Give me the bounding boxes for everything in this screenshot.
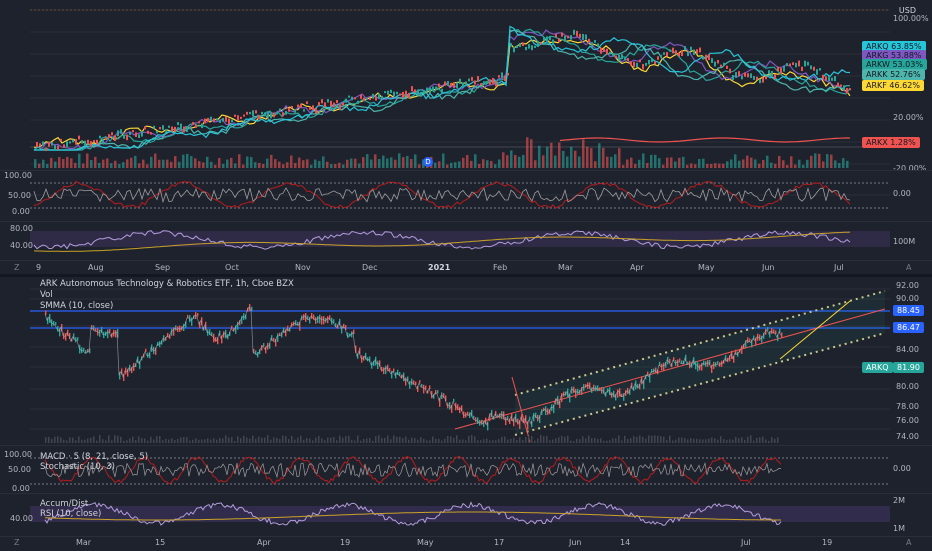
top-vol-right: 100M xyxy=(893,237,916,246)
bot-osc-right: 0.00 xyxy=(893,464,911,473)
bot-time-may: May xyxy=(417,538,434,547)
top-time-jun: Jun xyxy=(762,263,775,272)
top-time-sep: Sep xyxy=(155,263,171,272)
bot-acc-axis-40: 40.00 xyxy=(10,514,33,523)
bottom-corner-z[interactable]: Z xyxy=(14,538,19,547)
top-main-pane[interactable]: USD ARKQ 63.85% ARKG 53.88% ARKW 53.03% ARK… xyxy=(0,0,932,173)
top-time-nov: Nov xyxy=(295,263,311,272)
bot-time-jun: Jun xyxy=(569,538,582,547)
top-price-chart[interactable] xyxy=(0,0,932,170)
macd-legend[interactable]: MACD · 5 (8, 21, close, 5) xyxy=(40,452,148,462)
events-marker[interactable]: D xyxy=(423,157,433,167)
bottom-oscillator-pane[interactable]: MACD · 5 (8, 21, close, 5) Stochastic (1… xyxy=(0,446,932,493)
top-osc-right: 0.00 xyxy=(893,189,911,198)
bot-acc-right-2m: 2M xyxy=(893,496,905,505)
series-badge-arkk: ARKK 52.76% xyxy=(862,69,925,80)
accum-legend[interactable]: Accum/Dist xyxy=(40,499,88,509)
top-time-axis: Z 9 Aug Sep Oct Nov Dec 2021 Feb Mar Apr May Jun Jul… xyxy=(0,260,932,275)
bot-axis-8: 74.00 xyxy=(896,432,919,441)
top-time-apr: Apr xyxy=(630,263,644,272)
top-vol-axis-80: 80.00 xyxy=(10,224,33,233)
top-osc-axis-100: 100.00 xyxy=(4,171,32,180)
top-time-jul: Jul xyxy=(834,263,844,272)
top-osc-axis-0: 0.00 xyxy=(12,207,30,216)
bottom-price-chart[interactable] xyxy=(0,277,932,445)
bot-time-mar: Mar xyxy=(76,538,92,547)
bot-time-17: 17 xyxy=(494,538,505,547)
top-time-2021: 2021 xyxy=(428,263,451,272)
price-badge-88: 88.45 xyxy=(893,305,924,316)
bot-time-19: 19 xyxy=(340,538,351,547)
top-axis-100: 100.00% xyxy=(893,14,929,23)
top-osc-axis-50: 50.00 xyxy=(8,191,31,200)
bot-axis-1: 90.00 xyxy=(896,294,919,303)
top-corner-z[interactable]: Z xyxy=(14,263,19,272)
top-time-aug: Aug xyxy=(88,263,104,272)
bot-time-jul: Jul xyxy=(741,538,751,547)
top-time-oct: Oct xyxy=(225,263,239,272)
top-corner-a[interactable]: A xyxy=(906,263,911,272)
bot-time-14: 14 xyxy=(620,538,631,547)
bottom-rsi-chart xyxy=(30,501,890,526)
top-oscillator-pane[interactable]: 100.00 50.00 0.00 0.00 xyxy=(0,171,932,221)
top-vol-axis-40: 40.00 xyxy=(10,241,33,250)
bottom-chart-title[interactable]: ARK Autonomous Technology & Robotics ETF… xyxy=(40,279,294,289)
rsi-legend[interactable]: RSI (10, close) xyxy=(40,509,101,519)
bot-osc-axis-100: 100.00 xyxy=(4,450,32,459)
arkq-name-badge: ARKQ xyxy=(862,362,893,373)
bot-axis-3: 84.00 xyxy=(896,345,919,354)
bot-acc-right-1m: 1M xyxy=(893,524,905,533)
top-time-mar: Mar xyxy=(558,263,574,272)
bottom-main-pane[interactable]: ARK Autonomous Technology & Robotics ETF… xyxy=(0,277,932,445)
bot-axis-5: 80.00 xyxy=(896,382,919,391)
bot-time-15: 15 xyxy=(155,538,166,547)
bottom-legend-smma[interactable]: SMMA (10, close) xyxy=(40,301,113,311)
bottom-corner-a[interactable]: A xyxy=(906,538,911,547)
bot-axis-0: 92.00 xyxy=(896,281,919,290)
series-badge-arkf: ARKF 46.62% xyxy=(862,80,924,91)
bot-osc-axis-50: 50.00 xyxy=(8,465,31,474)
bot-axis-7: 76.00 xyxy=(896,416,919,425)
top-time-feb: Feb xyxy=(493,263,508,272)
top-oscillator-chart xyxy=(30,180,890,209)
bot-time-apr: Apr xyxy=(257,538,271,547)
top-time-dec: Dec xyxy=(362,263,378,272)
stoch-legend[interactable]: Stochastic (10, 3) xyxy=(40,462,115,472)
bottom-legend-vol[interactable]: Vol xyxy=(40,290,53,300)
bot-osc-axis-0: 0.00 xyxy=(12,484,30,493)
top-time-9: 9 xyxy=(36,263,42,272)
price-badge-86: 86.47 xyxy=(893,322,924,333)
bot-axis-6: 78.00 xyxy=(896,402,919,411)
top-volume-pane[interactable]: 80.00 40.00 100M xyxy=(0,222,932,260)
series-badge-arkx: ARKX 1.28% xyxy=(862,137,920,148)
bot-time-19: 19 xyxy=(822,538,833,547)
top-axis-20: 20.00% xyxy=(893,113,924,122)
bottom-time-axis: Z Mar 15 Apr 19 May 17 Jun 14 Jul 19 A xyxy=(0,536,932,551)
price-badge-81: 81.90 xyxy=(893,362,924,373)
bottom-accum-pane[interactable]: Accum/Dist RSI (10, close) 40.00 2M 1M xyxy=(0,494,932,536)
top-rsi-chart xyxy=(30,230,890,252)
top-time-may: May xyxy=(698,263,715,272)
